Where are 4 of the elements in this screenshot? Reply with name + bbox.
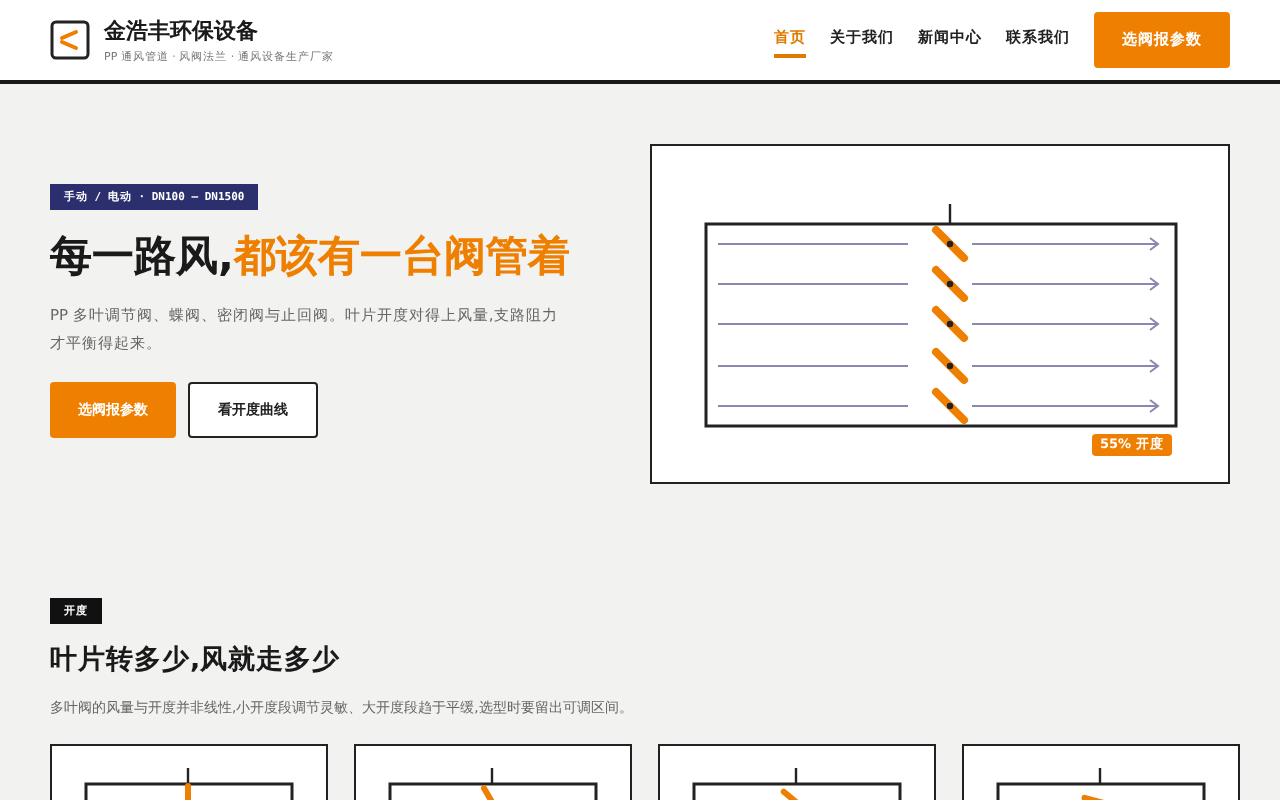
hero-title: 每一路风,都该有一台阀管着 — [50, 230, 572, 284]
brand-name: 金浩丰环保设备 — [104, 16, 260, 46]
section-title: 叶片转多少,风就走多少 — [50, 642, 343, 678]
logo-icon — [50, 20, 90, 60]
